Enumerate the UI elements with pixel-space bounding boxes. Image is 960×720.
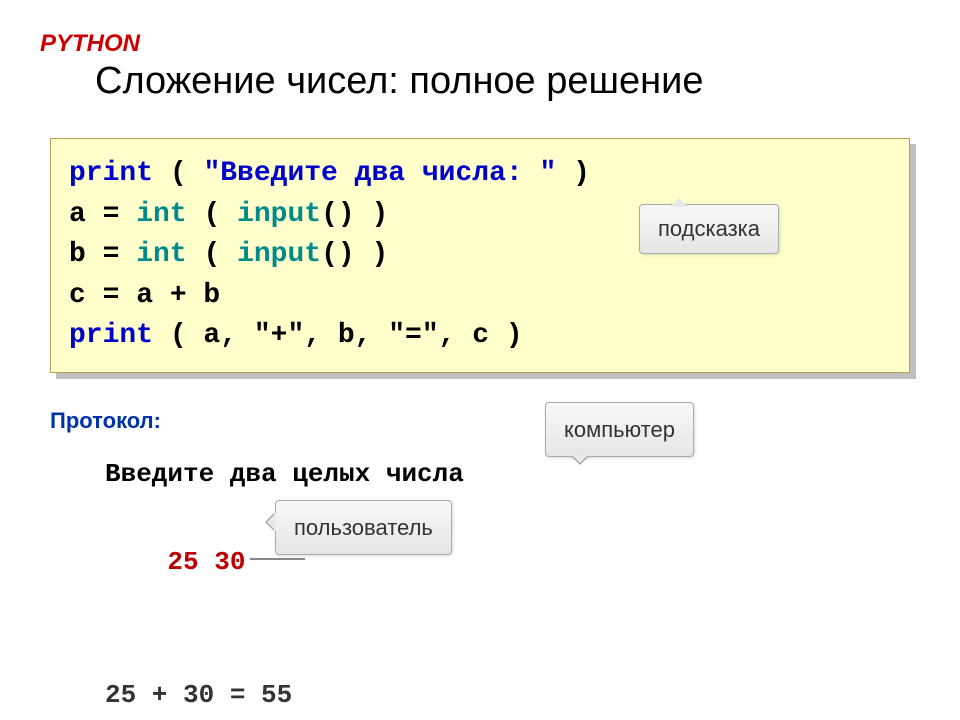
callout-computer: компьютер (545, 402, 694, 457)
kw-int: int (136, 199, 186, 230)
paren: ( (187, 239, 237, 270)
code-line-1: print ( "Введите два числа: " ) (69, 154, 891, 195)
paren: () ) (321, 199, 388, 230)
protocol-input-row: 25 30 пользователь (105, 496, 910, 673)
kw-print: print (69, 158, 153, 189)
paren: ) (556, 158, 590, 189)
callout-user: пользователь (275, 500, 452, 555)
paren: () ) (321, 239, 388, 270)
assign: b = (69, 239, 136, 270)
code-block: print ( "Введите два числа: " ) a = int … (50, 138, 910, 373)
protocol-prompt: Введите два целых числа (105, 452, 910, 496)
python-label: PYTHON (40, 30, 910, 58)
paren: ( (187, 199, 237, 230)
kw-input: input (237, 239, 321, 270)
code-line-4: c = a + b (69, 276, 891, 317)
protocol-result: 25 + 30 = 55 (105, 673, 910, 717)
kw-input: input (237, 199, 321, 230)
page-title: Сложение чисел: полное решение (95, 60, 910, 103)
code-line-5: print ( a, "+", b, "=", c ) (69, 316, 891, 357)
protocol-input: 25 30 (167, 540, 245, 584)
protocol-label: Протокол: (50, 408, 910, 434)
paren: ( (153, 158, 203, 189)
kw-int: int (136, 239, 186, 270)
string-literal: "Введите два числа: " (203, 158, 556, 189)
assign: a = (69, 199, 136, 230)
args: ( a, "+", b, "=", c ) (153, 320, 523, 351)
protocol-output: компьютер Введите два целых числа 25 30 … (105, 452, 910, 717)
callout-hint: подсказка (639, 204, 779, 254)
kw-print: print (69, 320, 153, 351)
